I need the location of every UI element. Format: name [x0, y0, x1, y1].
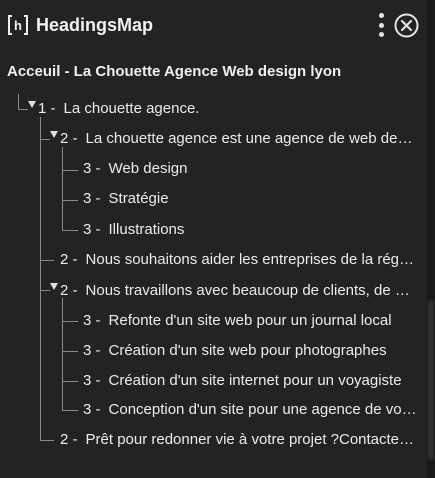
tree-line [62, 410, 78, 411]
heading-item[interactable]: 3 - Création d'un site web pour photograp… [83, 342, 421, 360]
heading-item[interactable]: 1 - La chouette agence. [38, 100, 423, 118]
heading-item[interactable]: 2 - Nous travaillons avec beaucoup de cli… [60, 282, 410, 300]
heading-level: 3 - [83, 190, 101, 207]
heading-text: Refonte d'un site web pour un journal lo… [108, 312, 392, 329]
tree-line [40, 440, 54, 441]
heading-item[interactable]: 2 - Nous souhaitons aider les entreprises… [60, 251, 417, 269]
tree-line [40, 290, 50, 291]
heading-text: La chouette agence. [63, 100, 200, 117]
heading-level: 2 - [60, 282, 78, 299]
heading-level: 3 - [83, 160, 101, 177]
heading-item[interactable]: 3 - Refonte d'un site web pour un journal… [83, 312, 417, 330]
tree-line [62, 230, 78, 231]
heading-item[interactable]: 3 - Stratégie [83, 190, 417, 208]
heading-text: Stratégie [108, 190, 169, 207]
heading-level: 3 - [83, 312, 101, 329]
heading-text: Création d'un site web pour photographes [108, 342, 387, 359]
vertical-scrollbar[interactable] [427, 0, 435, 478]
heading-level: 3 - [83, 401, 101, 418]
tree-line [40, 260, 54, 261]
tree-line [40, 139, 50, 140]
collapse-arrow-icon[interactable] [50, 283, 58, 290]
tree-line [62, 170, 78, 171]
headings-tree: 1 - La chouette agence. 2 - La chouette ag… [0, 0, 427, 478]
heading-text: Création d'un site internet pour un voya… [108, 372, 402, 389]
heading-item[interactable]: 3 - Conception d'un site pour une agence … [83, 401, 417, 419]
heading-item[interactable]: 2 - La chouette agence est une agence de … [60, 130, 417, 148]
heading-item[interactable]: 2 - Prêt pour redonner vie à votre projet… [60, 431, 417, 449]
tree-line [62, 200, 78, 201]
collapse-arrow-icon[interactable] [50, 131, 58, 138]
headingsmap-panel: h HeadingsMap Acceuil - La Chouette Agen… [0, 0, 427, 478]
tree-line [18, 94, 19, 110]
tree-line [62, 147, 63, 231]
heading-level: 2 - [60, 251, 78, 268]
heading-level: 2 - [60, 431, 78, 448]
heading-item[interactable]: 3 - Web design [83, 160, 417, 178]
scrollbar-thumb[interactable] [428, 300, 434, 460]
heading-text: Conception d'un site pour une agence de … [108, 401, 417, 418]
heading-text: Illustrations [108, 221, 185, 238]
tree-line [62, 351, 78, 352]
heading-level: 3 - [83, 342, 101, 359]
heading-item[interactable]: 3 - Illustrations [83, 221, 417, 239]
collapse-arrow-icon[interactable] [28, 101, 36, 108]
heading-text: Web design [108, 160, 188, 177]
tree-line [18, 109, 28, 110]
heading-text: Nous travaillons avec beaucoup de client… [85, 282, 410, 299]
heading-level: 3 - [83, 221, 101, 238]
tree-line [62, 321, 78, 322]
tree-line [62, 381, 78, 382]
heading-level: 1 - [38, 100, 56, 117]
tree-line [40, 117, 41, 441]
heading-text: Prêt pour redonner vie à votre projet ?C… [85, 431, 417, 448]
heading-text: La chouette agence est une agence de web… [85, 130, 417, 147]
tree-line [62, 298, 63, 411]
heading-level: 3 - [83, 372, 101, 389]
heading-level: 2 - [60, 130, 78, 147]
heading-text: Nous souhaitons aider les entreprises de… [85, 251, 417, 268]
heading-item[interactable]: 3 - Création d'un site internet pour un v… [83, 372, 417, 390]
